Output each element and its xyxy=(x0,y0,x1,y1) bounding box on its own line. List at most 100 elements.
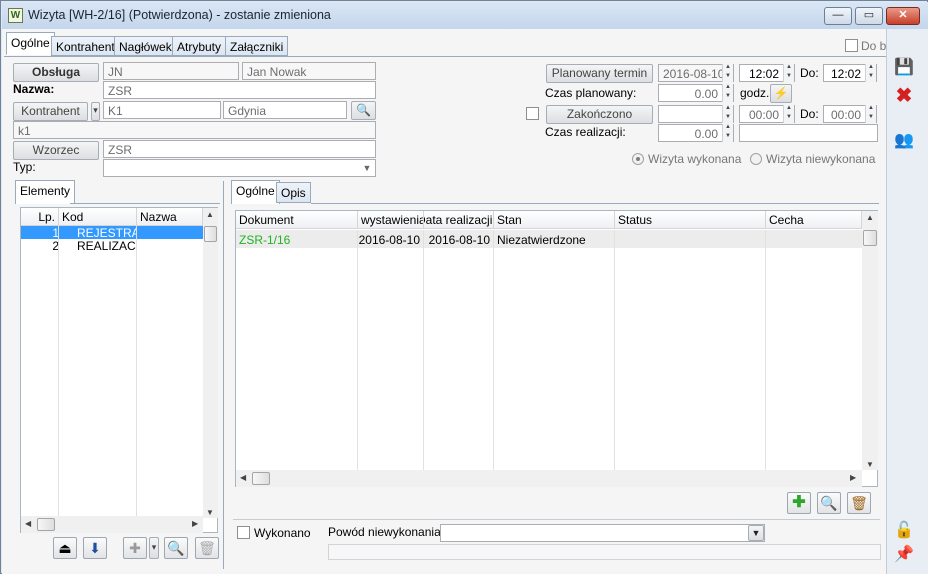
col-data-realizacji[interactable]: Data realizacji xyxy=(424,211,494,229)
tab-atrybuty[interactable]: Atrybuty xyxy=(172,36,227,56)
magnifier-icon: 🔍 xyxy=(167,540,185,556)
documents-grid: Dokument wystawienia Data realizacji Sta… xyxy=(235,210,878,487)
doc-date-issued: 2016-08-10 xyxy=(358,233,420,247)
lock-button[interactable]: 🔓 xyxy=(891,519,917,545)
czas-realizacji-label: Czas realizacji: xyxy=(545,125,626,139)
maximize-button[interactable]: ▭ xyxy=(855,7,883,25)
kontrahent-name-field[interactable]: k1 xyxy=(13,121,376,139)
grid-line xyxy=(58,226,59,516)
tab-naglowek[interactable]: Nagłówek xyxy=(114,36,177,56)
zak-time-to-spinner[interactable] xyxy=(865,105,876,123)
documents-vscroll-thumb[interactable] xyxy=(863,230,877,246)
tab-elementy[interactable]: Elementy xyxy=(15,180,76,204)
col-dokument[interactable]: Dokument xyxy=(236,211,358,229)
kontrahent-city-field[interactable]: Gdynia xyxy=(223,101,347,119)
grid-line xyxy=(493,230,494,470)
tab-detail-opis[interactable]: Opis xyxy=(276,182,311,203)
powod-description-field[interactable] xyxy=(328,544,881,560)
tab-kontrahent[interactable]: Kontrahent xyxy=(51,36,120,56)
elements-vscroll-thumb[interactable] xyxy=(204,226,217,242)
powod-select[interactable] xyxy=(440,524,765,542)
splitter[interactable] xyxy=(223,181,224,569)
floppy-disk-icon: 💾 xyxy=(894,59,914,76)
col-nazwa[interactable]: Nazwa xyxy=(137,208,203,226)
delete-document-button[interactable]: 🗑 xyxy=(847,492,871,514)
wizyta-niewykonana-radio[interactable] xyxy=(750,153,762,165)
app-icon: W xyxy=(8,8,23,23)
tab-zalaczniki[interactable]: Załączniki xyxy=(225,36,289,56)
delete-element-button[interactable]: 🗑 xyxy=(195,537,219,559)
zakonczono-button[interactable]: Zakończono xyxy=(546,105,653,124)
col-status[interactable]: Status xyxy=(615,211,766,229)
wzorzec-field[interactable]: ZSR xyxy=(103,140,376,158)
elements-hscroll-thumb[interactable] xyxy=(37,518,55,531)
red-x-icon: ✖ xyxy=(895,85,913,107)
chevron-down-icon: ▼ xyxy=(362,163,372,173)
add-element-dropdown[interactable]: ▾ xyxy=(149,537,159,559)
plan-date-spinner[interactable] xyxy=(722,64,733,82)
powod-dropdown-button[interactable]: ▼ xyxy=(748,525,764,541)
search-element-button[interactable]: 🔍 xyxy=(164,537,188,559)
wykonano-checkbox[interactable] xyxy=(237,526,250,539)
do-bufora-checkbox[interactable] xyxy=(845,39,858,52)
typ-select[interactable] xyxy=(103,159,376,177)
col-lp[interactable]: Lp. xyxy=(21,208,59,226)
grid-line xyxy=(357,230,358,470)
documents-hscroll-thumb[interactable] xyxy=(252,472,270,485)
col-cecha[interactable]: Cecha xyxy=(766,211,862,229)
kontrahent-search-button[interactable]: 🔍 xyxy=(351,101,376,120)
title-bar: W Wizyta [WH-2/16] (Potwierdzona) - zost… xyxy=(2,2,928,29)
pin-button[interactable]: 📌 xyxy=(891,543,917,569)
obsluga-name-field[interactable]: Jan Nowak xyxy=(242,62,376,80)
czas-realizacji-spinner[interactable] xyxy=(722,124,733,142)
grid-line xyxy=(765,230,766,470)
nazwa-field[interactable]: ZSR xyxy=(103,81,376,99)
row-2-kod: REALIZACJA xyxy=(77,239,137,253)
row-1-kod: REJESTRAC xyxy=(77,226,137,240)
plan-time-to-spinner[interactable] xyxy=(865,64,876,82)
zak-date-spinner[interactable] xyxy=(722,105,733,123)
zakonczono-checkbox[interactable] xyxy=(526,107,539,120)
kontrahent-code-field[interactable]: K1 xyxy=(103,101,221,119)
divider xyxy=(233,519,880,520)
tab-strip-line xyxy=(4,56,886,57)
preview-document-button[interactable]: 🔍 xyxy=(817,492,841,514)
obsluga-button[interactable]: Obsługa xyxy=(13,63,99,82)
grid-line xyxy=(136,226,137,516)
move-down-button[interactable]: ⬇ xyxy=(83,537,107,559)
col-kod[interactable]: Kod xyxy=(59,208,137,226)
documents-vscroll[interactable]: ▲ ▼ xyxy=(862,211,878,470)
save-button[interactable]: 💾 xyxy=(891,56,917,82)
add-element-button[interactable]: ✚ xyxy=(123,537,147,559)
planowany-termin-button[interactable]: Planowany termin xyxy=(546,64,653,83)
obsluga-code-field[interactable]: JN xyxy=(103,62,239,80)
kontrahent-button[interactable]: Kontrahent xyxy=(13,102,88,121)
kontrahent-dropdown-button[interactable]: ▾ xyxy=(91,102,100,121)
lock-icon: 🔓 xyxy=(894,522,914,539)
czas-realizacji-extra-field[interactable] xyxy=(739,124,878,142)
plus-icon: ✚ xyxy=(129,540,141,556)
czas-planowany-spinner[interactable] xyxy=(722,84,733,102)
elements-vscroll[interactable]: ▲ ▼ xyxy=(203,208,218,518)
calculator-button[interactable]: ⚡ xyxy=(770,84,792,103)
doc-number[interactable]: ZSR-1/16 xyxy=(239,233,357,247)
upload-icon: ⏏ xyxy=(58,540,72,556)
minimize-button[interactable]: — xyxy=(824,7,852,25)
tab-ogolne[interactable]: Ogólne xyxy=(6,32,55,55)
close-button[interactable]: ✕ xyxy=(886,7,920,25)
documents-hscroll[interactable]: ◀ ▶ xyxy=(236,470,862,487)
move-up-button[interactable]: ⏏ xyxy=(53,537,77,559)
contacts-button[interactable]: 👥 xyxy=(891,129,917,155)
col-wystawienia[interactable]: wystawienia xyxy=(358,211,424,229)
tab-detail-ogolne[interactable]: Ogólne xyxy=(231,180,280,204)
wzorzec-button[interactable]: Wzorzec xyxy=(13,141,99,160)
col-stan[interactable]: Stan xyxy=(494,211,615,229)
add-document-button[interactable]: ✚ xyxy=(787,492,811,514)
nazwa-label: Nazwa: xyxy=(13,82,55,96)
plan-time-spinner[interactable] xyxy=(783,64,794,82)
cancel-button[interactable]: ✖ xyxy=(891,84,917,110)
elements-hscroll[interactable]: ◀ ▶ xyxy=(21,516,203,533)
wizyta-wykonana-radio[interactable] xyxy=(632,153,644,165)
zak-time-spinner[interactable] xyxy=(783,105,794,123)
czas-planowany-label: Czas planowany: xyxy=(545,86,637,100)
